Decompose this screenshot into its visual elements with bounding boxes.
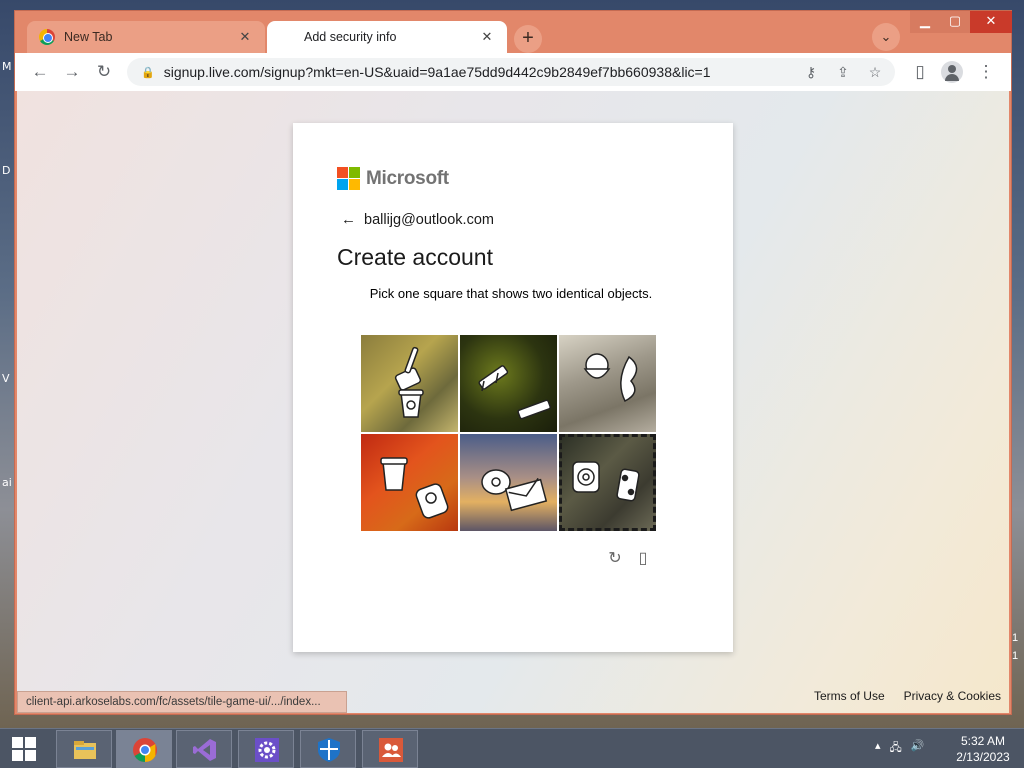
back-arrow-icon[interactable]: ←	[341, 211, 356, 228]
captcha-tile-2[interactable]	[460, 335, 557, 432]
forward-button[interactable]: →	[59, 59, 85, 85]
system-tray: ▴ 🖧 🔊	[875, 739, 925, 758]
tab-title: New Tab	[64, 30, 113, 44]
windows-logo-icon	[12, 737, 23, 748]
bench-pair-image	[478, 365, 551, 420]
tab-search-button[interactable]: ⌄	[872, 23, 900, 51]
settings-icon	[255, 738, 279, 762]
clock-date: 2/13/2023	[956, 750, 1010, 764]
clock-time: 5:32 AM	[960, 734, 1006, 748]
tab-new-tab[interactable]: New Tab ✕	[27, 21, 265, 53]
captcha-prompt: Pick one square that shows two identical…	[369, 286, 653, 301]
share-icon[interactable]: ⇪	[831, 60, 855, 84]
audio-captcha-icon[interactable]: ▯	[633, 549, 653, 569]
chrome-icon	[39, 29, 55, 45]
reload-button[interactable]: ↻	[91, 59, 117, 85]
windows-logo-pane	[25, 750, 36, 761]
network-icon[interactable]: 🖧	[890, 739, 902, 758]
menu-button[interactable]: ⋮	[973, 59, 999, 85]
tab-add-security-info[interactable]: Add security info ✕	[267, 21, 507, 53]
side-panel-button[interactable]: ▯	[907, 59, 933, 85]
microsoft-icon	[337, 167, 360, 190]
captcha-tile-1[interactable]	[361, 335, 458, 432]
reload-captcha-icon[interactable]: ↻	[605, 549, 625, 569]
browser-toolbar: ← → ↻ 🔒 signup.live.com/signup?mkt=en-US…	[15, 53, 1011, 91]
captcha-tile-6[interactable]	[559, 434, 656, 531]
new-tab-button[interactable]: +	[514, 25, 542, 53]
password-key-icon[interactable]: ⚷	[799, 60, 823, 84]
visual-studio-icon	[193, 739, 216, 761]
taskbar-settings[interactable]	[238, 730, 294, 768]
close-window-button[interactable]: ✕	[970, 11, 1012, 33]
address-bar[interactable]: 🔒 signup.live.com/signup?mkt=en-US&uaid=…	[127, 58, 895, 86]
taskbar-file-explorer[interactable]	[56, 730, 112, 768]
desktop-label: ai	[2, 476, 12, 489]
speaker-and-dice-image	[572, 461, 640, 502]
taskbar-visual-studio[interactable]	[176, 730, 232, 768]
profile-avatar[interactable]	[941, 61, 963, 83]
terms-link[interactable]: Terms of Use	[814, 689, 885, 703]
cup-and-sharpener-image	[380, 457, 449, 519]
captcha-tile-5[interactable]	[460, 434, 557, 531]
back-button[interactable]: ←	[27, 59, 53, 85]
close-icon[interactable]: ✕	[479, 29, 495, 45]
desktop-label: V	[2, 372, 10, 385]
taskbar-chrome[interactable]	[116, 730, 172, 768]
captcha-controls: ↻ ▯	[605, 549, 661, 569]
captcha-tile-4[interactable]	[361, 434, 458, 531]
browser-window: New Tab ✕ Add security info ✕ + ⌄ ▁ ▢ ✕ …	[14, 10, 1012, 715]
desktop-label: M	[2, 60, 12, 73]
drill-and-cup-image	[394, 346, 424, 418]
chrome-icon	[133, 738, 157, 762]
status-bubble: client-api.arkoselabs.com/fc/assets/tile…	[17, 691, 347, 713]
taskbar: ▴ 🖧 🔊 5:32 AM 2/13/2023	[0, 728, 1024, 768]
chick-and-leaf-image	[583, 353, 638, 403]
robot-and-envelope-image	[481, 469, 548, 512]
identity-banner[interactable]: ← ballijg@outlook.com	[341, 211, 494, 228]
lock-icon[interactable]: 🔒	[141, 66, 155, 79]
footer-links: Terms of Use Privacy & Cookies	[795, 689, 1001, 703]
windows-logo-pane	[25, 737, 36, 748]
page-title: Create account	[337, 244, 493, 270]
minimize-button[interactable]: ▁	[910, 11, 940, 33]
maximize-button[interactable]: ▢	[940, 11, 970, 33]
page-viewport: Microsoft ← ballijg@outlook.com Create a…	[17, 91, 1009, 713]
people-icon	[379, 738, 403, 762]
volume-icon[interactable]: 🔊	[911, 739, 925, 758]
microsoft-icon	[279, 29, 295, 45]
tab-title: Add security info	[304, 30, 397, 44]
privacy-link[interactable]: Privacy & Cookies	[904, 689, 1001, 703]
captcha-tile-grid	[361, 335, 657, 531]
brand-name: Microsoft	[366, 167, 449, 189]
taskbar-people[interactable]	[362, 730, 418, 768]
desktop-label: 1	[1012, 650, 1019, 662]
taskbar-defender[interactable]	[300, 730, 356, 768]
file-explorer-icon	[74, 741, 96, 759]
windows-logo-pane	[12, 750, 23, 761]
url-text[interactable]: signup.live.com/signup?mkt=en-US&uaid=9a…	[164, 64, 799, 80]
captcha-tile-3[interactable]	[559, 335, 656, 432]
signup-card: Microsoft ← ballijg@outlook.com Create a…	[293, 123, 733, 652]
start-button[interactable]	[0, 729, 48, 768]
close-icon[interactable]: ✕	[237, 29, 253, 45]
tab-strip: New Tab ✕ Add security info ✕ + ⌄ ▁ ▢ ✕	[15, 11, 1012, 53]
desktop-label: D	[2, 164, 11, 177]
defender-shield-icon	[318, 738, 340, 762]
taskbar-clock[interactable]: 5:32 AM 2/13/2023	[950, 733, 1016, 765]
microsoft-logo: Microsoft	[337, 167, 449, 190]
desktop-label: 1	[1012, 632, 1019, 644]
show-hidden-icons-chevron[interactable]: ▴	[875, 739, 881, 758]
bookmark-star-icon[interactable]: ☆	[863, 60, 887, 84]
account-email: ballijg@outlook.com	[364, 211, 494, 228]
